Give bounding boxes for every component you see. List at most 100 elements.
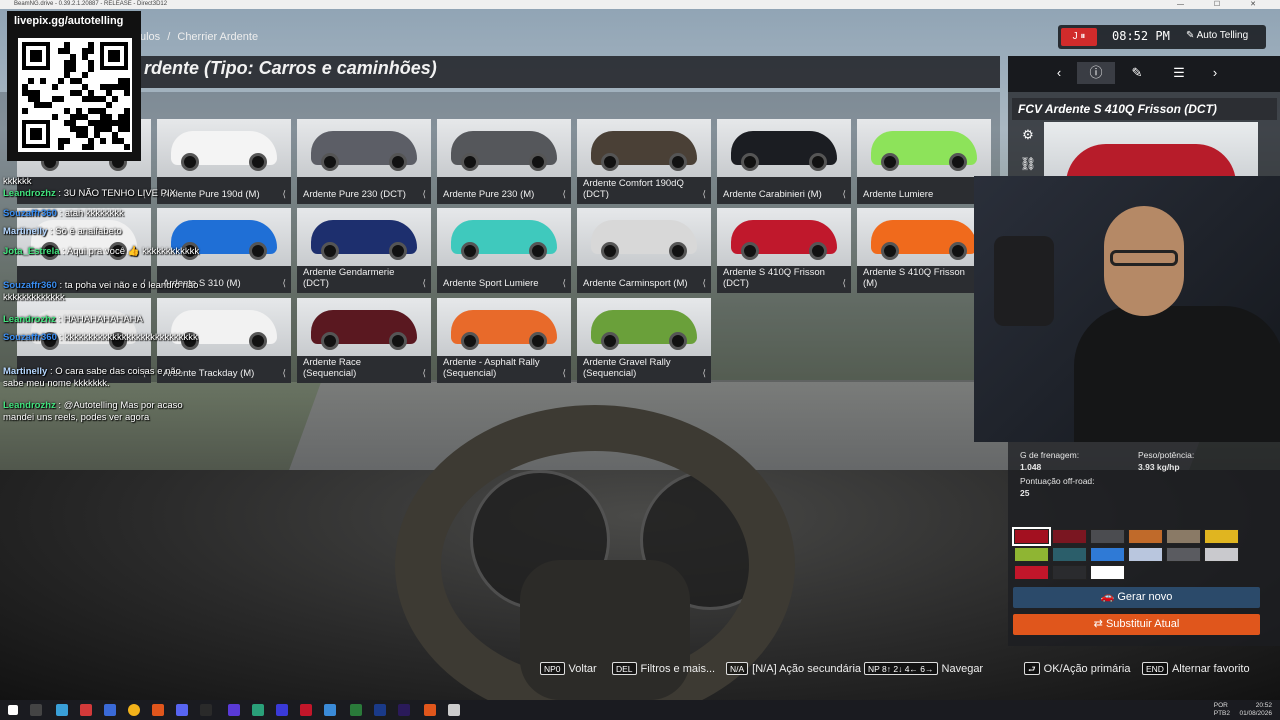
car-preview	[1044, 122, 1258, 178]
color-swatch[interactable]	[1014, 565, 1049, 580]
photoshop-icon[interactable]	[374, 704, 386, 716]
vehicle-card[interactable]: Ardente Gravel Rally (Sequencial) ⟨	[577, 298, 711, 383]
tray-language[interactable]: POR PTB2	[1214, 702, 1230, 718]
app-icon[interactable]	[80, 704, 92, 716]
premiere-icon[interactable]	[398, 704, 410, 716]
chrome-icon[interactable]	[128, 704, 140, 716]
share-icon[interactable]: ⟨	[702, 368, 706, 379]
breadcrumb-prev[interactable]: ulos	[140, 31, 160, 43]
app-icon[interactable]	[104, 704, 116, 716]
control-hint[interactable]: NP 8↑ 2↓ 4← 6→ Navegar	[864, 662, 983, 675]
control-hint[interactable]: DEL Filtros e mais...	[612, 662, 715, 675]
share-icon[interactable]: ⟨	[422, 189, 426, 200]
obs-icon[interactable]	[200, 704, 212, 716]
hint-label: [N/A] Ação secundária	[752, 663, 862, 675]
share-icon[interactable]: ⟨	[842, 189, 846, 200]
audition-icon[interactable]	[276, 704, 288, 716]
color-swatch[interactable]	[1166, 547, 1201, 562]
vehicle-thumbnail	[437, 119, 571, 177]
share-icon[interactable]: ⟨	[562, 368, 566, 379]
color-swatch[interactable]	[1090, 529, 1125, 544]
page-title: rdente (Tipo: Carros e caminhões)	[144, 58, 437, 78]
vehicle-thumbnail	[157, 119, 291, 177]
streamer-glasses	[1110, 250, 1178, 266]
color-swatch[interactable]	[1204, 529, 1239, 544]
vehicle-card[interactable]: Ardente - Asphalt Rally (Sequencial) ⟨	[437, 298, 571, 383]
control-hint[interactable]: N/A [N/A] Ação secundária	[726, 662, 861, 675]
app-icon[interactable]	[324, 704, 336, 716]
color-swatch[interactable]	[1012, 527, 1051, 546]
vehicle-card[interactable]: Ardente Pure 230 (DCT) ⟨	[297, 119, 431, 204]
generate-new-button[interactable]: 🚗 Gerar novo	[1013, 587, 1260, 608]
clock: 08:52 PM	[1112, 29, 1170, 43]
color-swatch[interactable]	[1014, 547, 1049, 562]
search-icon[interactable]	[30, 704, 42, 716]
breadcrumb-separator: /	[167, 31, 171, 43]
tuning-tab-icon[interactable]: ☰	[1160, 62, 1198, 84]
app-icon[interactable]	[228, 704, 240, 716]
beamng-icon[interactable]	[424, 704, 436, 716]
control-hint[interactable]: ⮐ OK/Ação primária	[1024, 662, 1130, 675]
vehicle-card[interactable]: Ardente Lumiere⟨	[857, 119, 991, 204]
recording-indicator[interactable]: J ⏸	[1061, 28, 1097, 46]
app-icon[interactable]	[252, 704, 264, 716]
color-swatch[interactable]	[1052, 565, 1087, 580]
color-swatch[interactable]	[1128, 529, 1163, 544]
share-icon[interactable]: ⟨	[422, 368, 426, 379]
share-icon[interactable]: ⟨	[282, 189, 286, 200]
vehicle-card[interactable]: Ardente Gendarmerie (DCT) ⟨	[297, 208, 431, 293]
chat-text: : HAHAHAHAHAHA	[58, 314, 143, 325]
vehicle-card[interactable]: Ardente Race (Sequencial) ⟨	[297, 298, 431, 383]
vehicle-card[interactable]: Ardente Sport Lumiere ⟨	[437, 208, 571, 293]
vehicle-card[interactable]: Ardente Carabinieri (M) ⟨	[717, 119, 851, 204]
share-icon[interactable]: ⟨	[282, 368, 286, 379]
app-icon[interactable]	[300, 704, 312, 716]
share-icon[interactable]: ⟨	[702, 189, 706, 200]
vehicle-label: Ardente Pure 230 (DCT)	[303, 189, 406, 200]
share-icon[interactable]: ⟨	[562, 278, 566, 289]
info-tab-icon[interactable]: ⓘ	[1077, 62, 1115, 84]
control-hint[interactable]: NP0 Voltar	[540, 662, 597, 675]
color-swatch[interactable]	[1052, 529, 1087, 544]
control-hint[interactable]: END Alternar favorito	[1142, 662, 1250, 675]
share-icon[interactable]: ⟨	[562, 189, 566, 200]
color-swatch[interactable]	[1090, 565, 1125, 580]
color-swatch[interactable]	[1052, 547, 1087, 562]
vehicle-thumbnail	[577, 119, 711, 177]
color-swatch[interactable]	[1166, 529, 1201, 544]
tray-clock[interactable]: 20:52 01/08/2026	[1239, 702, 1272, 718]
vehicle-thumbnail	[577, 298, 711, 356]
explorer-icon[interactable]	[56, 704, 68, 716]
vehicle-card[interactable]: Ardente S 410Q Frisson (DCT) ⟨	[717, 208, 851, 293]
config-tab-icon[interactable]: ✎	[1118, 62, 1156, 84]
chat-username: Leandrozhz	[3, 314, 56, 325]
share-icon[interactable]: ⟨	[282, 278, 286, 289]
chat-username: Souzaffr360	[3, 332, 57, 343]
window-title: BeamNG.drive - 0.39.2.1.20887 - RELEASE …	[14, 1, 168, 7]
vehicle-card[interactable]: Ardente Comfort 190dQ (DCT) ⟨	[577, 119, 711, 204]
color-swatch[interactable]	[1128, 547, 1163, 562]
prev-arrow-icon[interactable]: ‹	[1040, 62, 1078, 84]
app-icon[interactable]	[350, 704, 362, 716]
window-controls[interactable]: — ☐ ✕	[1177, 0, 1270, 9]
vehicle-card[interactable]: Ardente S 410Q Frisson (M)⟨	[857, 208, 991, 293]
chat-text: : Aqui pra você 👍 kkkkkkkkkkkk	[62, 246, 200, 257]
vehicle-thumbnail	[717, 208, 851, 266]
vehicle-card[interactable]: Ardente Pure 230 (M) ⟨	[437, 119, 571, 204]
start-icon[interactable]	[8, 705, 18, 715]
discord-icon[interactable]	[176, 704, 188, 716]
replace-current-button[interactable]: ⇄ Substituir Atual	[1013, 614, 1260, 635]
vehicle-card[interactable]: Ardente Carminsport (M) ⟨	[577, 208, 711, 293]
window-titlebar: BeamNG.drive - 0.39.2.1.20887 - RELEASE …	[0, 0, 1280, 9]
stat-braking: G de frenagem: 1.048	[1020, 450, 1080, 472]
color-swatch[interactable]	[1204, 547, 1239, 562]
chat-message: Leandrozhz : @Autotelling Mas por acaso …	[3, 400, 201, 424]
next-arrow-icon[interactable]: ›	[1196, 62, 1234, 84]
color-swatch[interactable]	[1090, 547, 1125, 562]
share-icon[interactable]: ⟨	[422, 278, 426, 289]
share-icon[interactable]: ⟨	[842, 278, 846, 289]
chat-message: kkkkkk	[3, 176, 201, 188]
app-icon[interactable]	[448, 704, 460, 716]
share-icon[interactable]: ⟨	[702, 278, 706, 289]
brave-icon[interactable]	[152, 704, 164, 716]
